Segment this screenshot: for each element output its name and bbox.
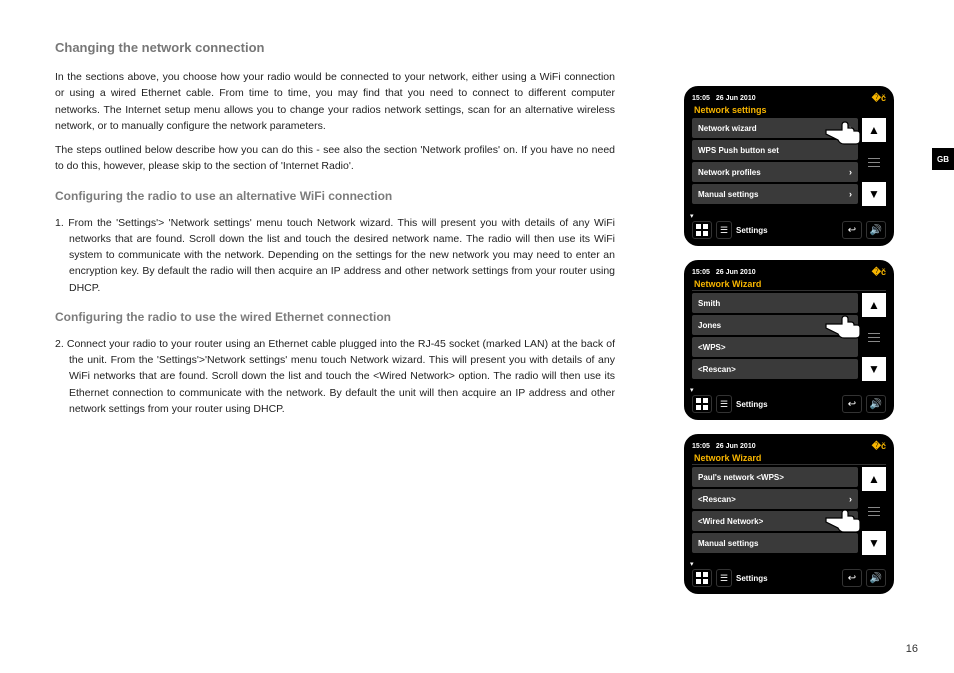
scroll-track — [871, 493, 877, 529]
date: 26 Jun 2010 — [716, 95, 756, 102]
clock: 15:05 — [692, 269, 710, 276]
menu-wired-network[interactable]: <Wired Network> — [692, 511, 858, 531]
menu-label: Manual settings — [698, 539, 758, 548]
menu-wps-push[interactable]: WPS Push button set — [692, 140, 858, 160]
menu-label: <Wired Network> — [698, 517, 763, 526]
menu-manual-settings[interactable]: Manual settings — [692, 533, 858, 553]
menu-pauls-network[interactable]: Paul's network <WPS> — [692, 467, 858, 487]
menu-rescan[interactable]: <Rescan> › — [692, 489, 858, 509]
home-button[interactable] — [692, 221, 712, 239]
more-indicator-icon: ▾ — [690, 560, 694, 568]
home-button[interactable] — [692, 395, 712, 413]
screen-title: Network settings — [692, 104, 886, 116]
scroll-track — [871, 144, 877, 180]
scroll-up-button[interactable]: ▲ — [862, 293, 886, 317]
menu-label: Network profiles — [698, 168, 761, 177]
device-screenshot-2: 15:05 26 Jun 2010 �č Network Wizard Smit… — [684, 260, 894, 420]
wifi-icon: �č — [872, 267, 886, 278]
menu-label: Smith — [698, 299, 720, 308]
menu-icon[interactable]: ☰ — [716, 395, 732, 413]
more-indicator-icon: ▾ — [690, 386, 694, 394]
heading-ethernet: Configuring the radio to use the wired E… — [55, 310, 615, 324]
clock: 15:05 — [692, 95, 710, 102]
menu-label: Network wizard — [698, 124, 757, 133]
chevron-right-icon: › — [849, 123, 852, 133]
back-button[interactable]: ↩ — [842, 221, 862, 239]
wifi-icon: �č — [872, 441, 886, 452]
chevron-right-icon: › — [849, 167, 852, 177]
heading-main: Changing the network connection — [55, 40, 615, 55]
menu-label: <WPS> — [698, 343, 726, 352]
menu-label: Jones — [698, 321, 721, 330]
bottom-label: Settings — [736, 226, 838, 235]
menu-label: WPS Push button set — [698, 146, 779, 155]
wifi-icon: �č — [872, 93, 886, 104]
volume-button[interactable]: 🔊 — [866, 221, 886, 239]
menu-icon[interactable]: ☰ — [716, 569, 732, 587]
menu-network-profiles[interactable]: Network profiles › — [692, 162, 858, 182]
volume-button[interactable]: 🔊 — [866, 395, 886, 413]
chevron-right-icon: › — [849, 320, 852, 330]
language-tab: GB — [932, 148, 954, 170]
scroll-up-button[interactable]: ▲ — [862, 467, 886, 491]
menu-network-wizard[interactable]: Network wizard › — [692, 118, 858, 138]
menu-ssid-smith[interactable]: Smith — [692, 293, 858, 313]
scroll-track — [871, 319, 877, 355]
intro-paragraph-2: The steps outlined below describe how yo… — [55, 142, 615, 175]
screen-title: Network Wizard — [692, 278, 886, 291]
heading-wifi: Configuring the radio to use an alternat… — [55, 189, 615, 203]
scroll-down-button[interactable]: ▼ — [862, 531, 886, 555]
scroll-down-button[interactable]: ▼ — [862, 182, 886, 206]
intro-paragraph-1: In the sections above, you choose how yo… — [55, 69, 615, 134]
device-screenshot-3: 15:05 26 Jun 2010 �č Network Wizard Paul… — [684, 434, 894, 594]
menu-label: <Rescan> — [698, 495, 736, 504]
scroll-down-button[interactable]: ▼ — [862, 357, 886, 381]
menu-wps[interactable]: <WPS> — [692, 337, 858, 357]
date: 26 Jun 2010 — [716, 443, 756, 450]
chevron-right-icon: › — [849, 189, 852, 199]
menu-icon[interactable]: ☰ — [716, 221, 732, 239]
chevron-right-icon: › — [849, 494, 852, 504]
step-2: 2. Connect your radio to your router usi… — [55, 336, 615, 417]
screen-title: Network Wizard — [692, 452, 886, 465]
menu-label: Paul's network <WPS> — [698, 473, 784, 482]
bottom-label: Settings — [736, 574, 838, 583]
clock: 15:05 — [692, 443, 710, 450]
page-number: 16 — [906, 643, 918, 655]
scroll-up-button[interactable]: ▲ — [862, 118, 886, 142]
back-button[interactable]: ↩ — [842, 569, 862, 587]
date: 26 Jun 2010 — [716, 269, 756, 276]
device-screenshot-1: 15:05 26 Jun 2010 �č Network settings Ne… — [684, 86, 894, 246]
bottom-label: Settings — [736, 400, 838, 409]
menu-label: <Rescan> — [698, 365, 736, 374]
menu-rescan[interactable]: <Rescan> — [692, 359, 858, 379]
menu-label: Manual settings — [698, 190, 758, 199]
home-button[interactable] — [692, 569, 712, 587]
step-1: 1. From the 'Settings'> 'Network setting… — [55, 215, 615, 296]
menu-manual-settings[interactable]: Manual settings › — [692, 184, 858, 204]
volume-button[interactable]: 🔊 — [866, 569, 886, 587]
back-button[interactable]: ↩ — [842, 395, 862, 413]
more-indicator-icon: ▾ — [690, 212, 694, 220]
menu-ssid-jones[interactable]: Jones › — [692, 315, 858, 335]
